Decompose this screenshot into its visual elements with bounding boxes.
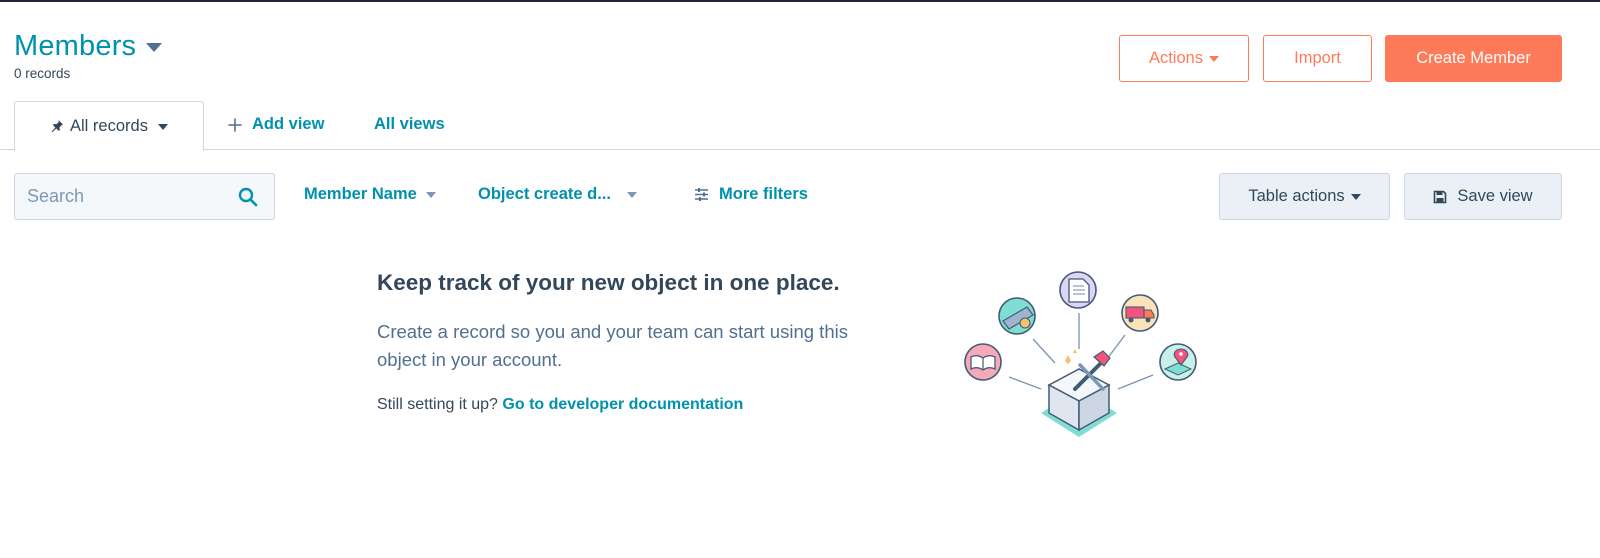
pin-icon xyxy=(51,120,64,133)
sliders-icon xyxy=(695,188,708,201)
add-view-button[interactable]: Add view xyxy=(228,115,324,134)
save-view-button[interactable]: Save view xyxy=(1404,173,1562,220)
book-icon xyxy=(964,343,1002,381)
page-title: Members xyxy=(14,30,137,62)
more-filters-label: More filters xyxy=(719,185,808,203)
table-actions-button[interactable]: Table actions xyxy=(1219,173,1390,220)
all-views-link[interactable]: All views xyxy=(374,115,445,134)
empty-state-heading: Keep track of your new object in one pla… xyxy=(377,270,840,295)
empty-state-body: Create a record so you and your team can… xyxy=(377,321,848,370)
chevron-down-icon xyxy=(626,192,637,198)
tab-all-records-label: All records xyxy=(70,116,148,135)
filter-member-name-label: Member Name xyxy=(304,185,417,203)
more-filters-button[interactable]: More filters xyxy=(694,185,808,204)
tab-all-records[interactable]: All records xyxy=(14,101,204,151)
object-illustration xyxy=(964,271,1197,437)
page-header: Members 0 records Actions Import Create … xyxy=(0,0,1600,100)
filter-object-create-date-label: Object create d... xyxy=(478,185,611,203)
filter-member-name[interactable]: Member Name xyxy=(304,185,436,204)
chevron-down-icon xyxy=(1209,56,1220,62)
table-actions-label: Table actions xyxy=(1248,187,1345,205)
chevron-down-icon xyxy=(157,123,168,130)
chevron-down-icon xyxy=(146,43,163,52)
record-count: 0 records xyxy=(14,66,71,81)
save-view-label: Save view xyxy=(1457,187,1533,205)
search-icon[interactable] xyxy=(238,187,258,207)
create-member-button[interactable]: Create Member xyxy=(1385,35,1562,82)
view-tabs: All records Add view All views xyxy=(0,100,1600,151)
actions-button-label: Actions xyxy=(1148,49,1204,67)
chevron-down-icon xyxy=(425,192,436,198)
object-switcher[interactable]: Members xyxy=(14,30,163,63)
search-input[interactable] xyxy=(27,174,227,219)
add-view-label: Add view xyxy=(252,115,325,133)
import-button-label: Import xyxy=(1294,49,1341,67)
all-views-label: All views xyxy=(374,115,445,133)
map-pin-icon xyxy=(1159,343,1197,381)
chevron-down-icon xyxy=(1350,194,1361,200)
document-icon xyxy=(1059,271,1097,309)
create-member-button-label: Create Member xyxy=(1416,49,1531,67)
plus-icon xyxy=(228,117,242,132)
search-box xyxy=(14,173,275,220)
empty-state-footer-prefix: Still setting it up? xyxy=(377,396,498,413)
developer-documentation-link[interactable]: Go to developer documentation xyxy=(502,396,743,413)
ticket-icon xyxy=(998,297,1036,335)
save-icon xyxy=(1434,190,1447,203)
empty-state-footer: Still setting it up? Go to developer doc… xyxy=(377,396,743,414)
actions-button[interactable]: Actions xyxy=(1119,35,1249,82)
filter-object-create-date[interactable]: Object create d... xyxy=(478,185,637,204)
import-button[interactable]: Import xyxy=(1263,35,1372,82)
truck-icon xyxy=(1121,294,1159,332)
